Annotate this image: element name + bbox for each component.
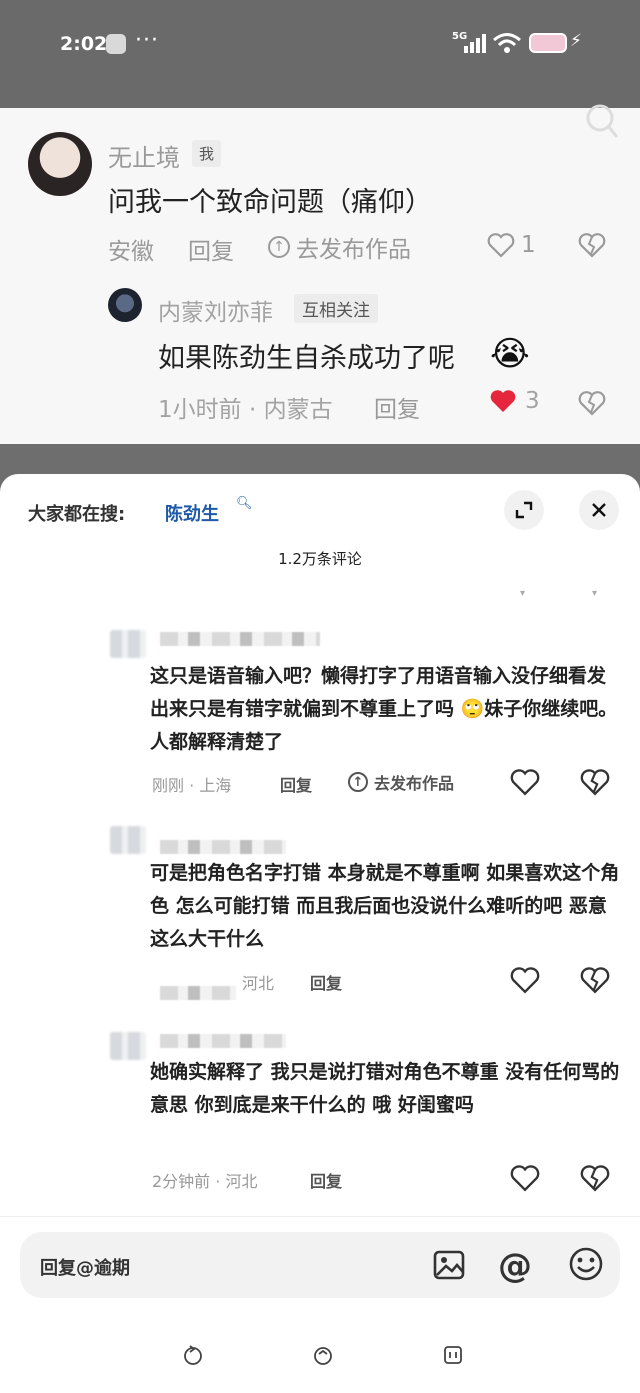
upload-icon: ↑ (348, 772, 368, 792)
expand-button[interactable] (504, 490, 544, 530)
more-notifications-icon: ··· (135, 28, 159, 53)
nav-recent-icon[interactable] (440, 1342, 466, 1368)
nav-home-icon[interactable] (310, 1342, 336, 1368)
comment-text: 她确实解释了 我只是说打错对角色不尊重 没有任何骂的意思 你到底是来干什么的 哦… (150, 1061, 620, 1116)
close-button[interactable] (579, 490, 619, 530)
comment-meta: 2分钟前 · 河北 (152, 1172, 258, 1191)
avatar[interactable] (28, 132, 92, 196)
mention-icon[interactable]: @ (498, 1246, 532, 1286)
search-icon[interactable]: 🔍︎ (236, 496, 253, 511)
comment-author-name[interactable] (160, 840, 286, 854)
expand-icon (515, 501, 533, 519)
status-bar: 2:02 ··· 5G ⚡ (0, 0, 640, 108)
comment-text: 可是把角色名字打错 本身就是不尊重啊 如果喜欢这个角色 怎么可能打错 而且我后面… (150, 862, 620, 950)
like-button[interactable]: 1 (487, 232, 536, 258)
crying-emoji-icon: 😭 (490, 334, 530, 374)
like-button[interactable]: 3 (489, 388, 540, 414)
like-count: 3 (525, 388, 540, 414)
broken-heart-icon[interactable] (580, 768, 610, 796)
notification-icon (106, 34, 126, 54)
publish-work-button[interactable]: ↑ 去发布作品 (268, 230, 411, 264)
wifi-icon (493, 33, 521, 53)
comment-author-name[interactable] (160, 1034, 286, 1048)
search-icon[interactable] (584, 102, 620, 142)
heart-icon[interactable] (510, 1164, 540, 1192)
broken-heart-icon[interactable] (580, 1164, 610, 1192)
heart-icon (487, 233, 515, 258)
broken-heart-icon[interactable] (578, 232, 606, 258)
upload-icon: ↑ (268, 236, 290, 258)
like-count: 1 (521, 232, 536, 258)
comment-time-blurred (160, 986, 236, 1000)
comment-meta: 河北 (242, 974, 275, 993)
reply-text: 如果陈劲生自杀成功了呢 (158, 343, 455, 374)
post-text: 问我一个致命问题（痛仰） (108, 187, 432, 218)
reply-button[interactable]: 回复 (374, 390, 420, 424)
comment-count: 1.2万条评论 (278, 550, 362, 568)
avatar[interactable] (108, 288, 142, 322)
trending-search-term[interactable]: 陈劲生 (165, 500, 219, 526)
publish-work-label: 去发布作品 (296, 237, 411, 263)
publish-work-label: 去发布作品 (374, 774, 455, 793)
reply-button[interactable]: 回复 (188, 232, 234, 266)
reply-button[interactable]: 回复 (310, 970, 342, 994)
battery-icon (529, 33, 567, 53)
broken-heart-icon[interactable] (578, 390, 606, 416)
charging-icon: ⚡ (570, 31, 582, 51)
comment-text: 这只是语音输入吧？懒得打字了用语音输入没仔细看发出来只是有错字就偏到不尊重上了吗… (150, 665, 618, 753)
heart-icon[interactable] (510, 768, 540, 796)
heart-icon[interactable] (510, 966, 540, 994)
signal-icon (464, 34, 486, 53)
post-author-name[interactable]: 无止境 (108, 138, 180, 173)
avatar[interactable] (110, 826, 146, 854)
reply-button[interactable]: 回复 (280, 772, 312, 796)
reply-author-name[interactable]: 内蒙刘亦菲 (158, 293, 273, 327)
mutual-follow-badge: 互相关注 (294, 294, 378, 323)
publish-work-button[interactable]: ↑ 去发布作品 (348, 770, 454, 794)
avatar[interactable] (110, 630, 146, 658)
reply-input[interactable]: 回复@逾期 (40, 1254, 130, 1280)
status-time: 2:02 (60, 33, 108, 55)
divider (0, 1216, 640, 1217)
faded-divider: ▾ (592, 588, 598, 599)
comment-meta: 刚刚 · 上海 (152, 776, 232, 795)
reply-button[interactable]: 回复 (310, 1168, 342, 1192)
avatar[interactable] (110, 1032, 146, 1060)
me-badge: 我 (192, 140, 222, 167)
emoji-icon[interactable] (568, 1246, 604, 1282)
comment-author-name[interactable] (160, 632, 320, 646)
nav-back-icon[interactable] (180, 1342, 206, 1368)
close-icon (592, 503, 606, 517)
reply-meta: 1小时前 · 内蒙古 (158, 397, 333, 423)
heart-filled-icon (490, 390, 516, 412)
image-icon[interactable] (432, 1248, 466, 1282)
post-location: 安徽 (108, 239, 154, 265)
trending-search-label: 大家都在搜: (28, 504, 126, 525)
broken-heart-icon[interactable] (580, 966, 610, 994)
faded-divider: ▾ (520, 588, 526, 599)
